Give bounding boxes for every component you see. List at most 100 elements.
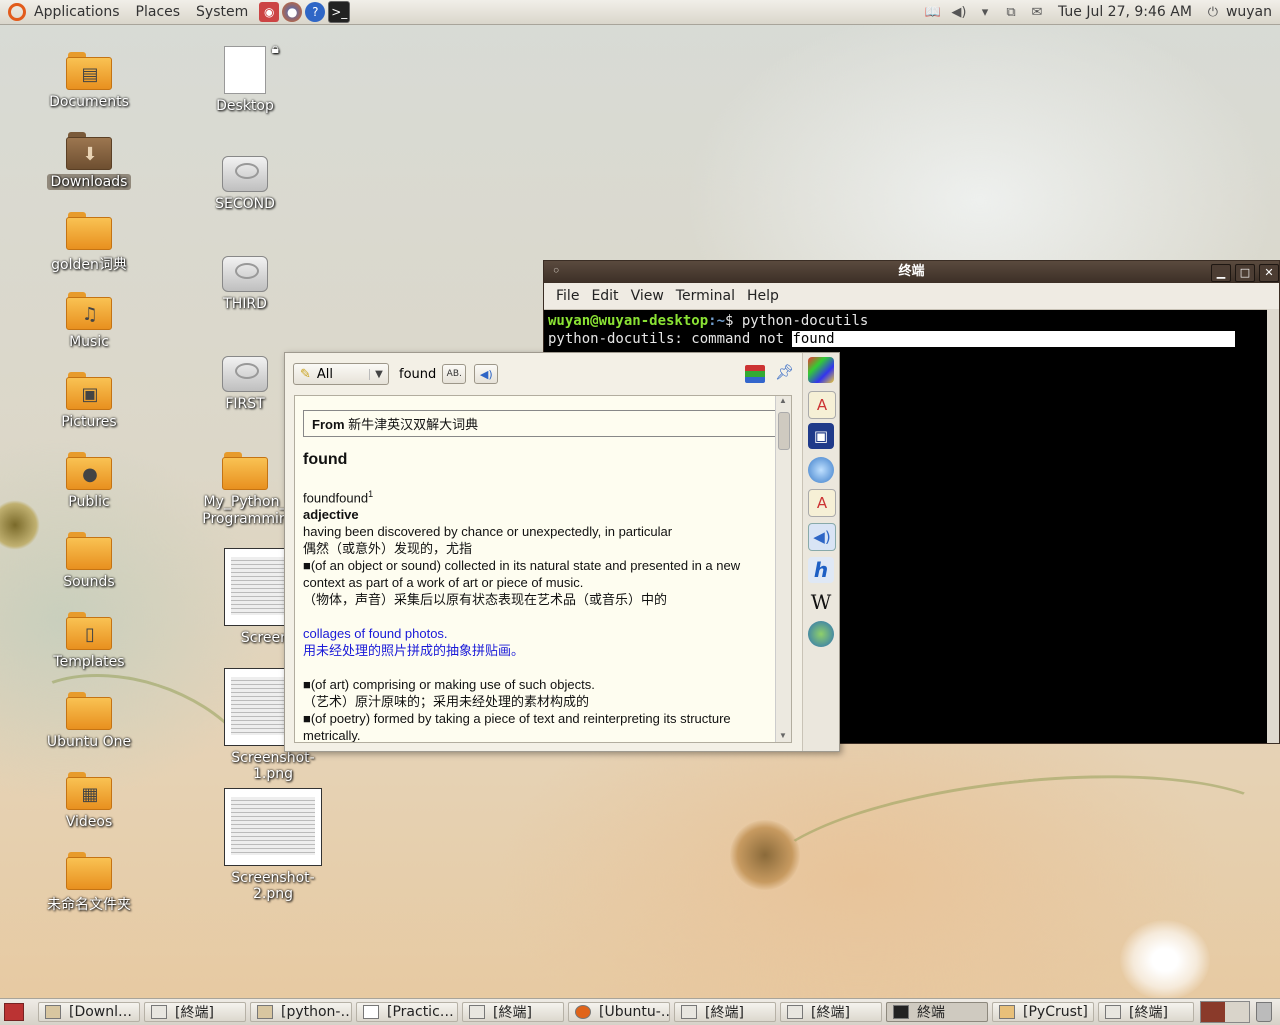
icon-label: Templates	[53, 654, 125, 670]
earth-icon[interactable]	[808, 621, 834, 647]
scrollbar-thumb[interactable]	[778, 412, 790, 450]
firefox-task-icon	[575, 1005, 591, 1019]
scroll-down-icon[interactable]: ▼	[779, 731, 787, 740]
show-desktop-icon[interactable]	[4, 1003, 24, 1021]
panda-launcher-icon[interactable]: ◉	[259, 2, 280, 22]
dictionary-tray-icon[interactable]: 📖	[923, 3, 943, 21]
desktop-folder-sounds[interactable]: Sounds	[34, 532, 144, 590]
minimize-button[interactable]: ▁	[1211, 264, 1231, 282]
clock[interactable]: Tue Jul 27, 9:46 AM	[1058, 4, 1192, 20]
task-python[interactable]: [python-…	[250, 1002, 352, 1022]
menu-file[interactable]: File	[556, 288, 579, 304]
terminal-titlebar[interactable]: ◦ 终端 ▁ □ ✕	[544, 261, 1279, 283]
selected-word[interactable]: found	[792, 331, 1235, 347]
task-terminal-2[interactable]: [終端]	[462, 1002, 564, 1022]
icon-label: My_Python_ Programmin	[202, 494, 288, 527]
network-icon[interactable]: ▾	[975, 3, 995, 21]
desktop-folder-documents[interactable]: ▤ Documents	[34, 52, 144, 110]
def-line: ■(of poetry) formed by taking a piece of…	[303, 711, 731, 743]
desktop-folder-golden[interactable]: golden词典	[34, 212, 144, 274]
books-icon[interactable]	[745, 365, 765, 383]
desktop-folder-music[interactable]: ♫ Music	[34, 292, 144, 350]
network-manager-icon[interactable]: ⧉	[1001, 3, 1021, 21]
icon-label: Videos	[65, 814, 113, 830]
task-terminal-5[interactable]: [終端]	[1098, 1002, 1194, 1022]
task-ubuntu[interactable]: [Ubuntu-…	[568, 1002, 670, 1022]
task-terminal-4[interactable]: [終端]	[780, 1002, 882, 1022]
desktop-folder-ubuntu-one[interactable]: Ubuntu One	[34, 692, 144, 750]
def-line: （艺术）原汁原味的；采用未经处理的素材构成的	[303, 694, 590, 710]
wikipedia-icon[interactable]: W	[808, 589, 834, 615]
task-terminal-1[interactable]: [終端]	[144, 1002, 246, 1022]
menu-edit[interactable]: Edit	[591, 288, 618, 304]
h-icon[interactable]: h	[808, 557, 834, 583]
task-practic[interactable]: [Practic…	[356, 1002, 458, 1022]
desktop-folder-downloads[interactable]: ⬇ Downloads	[34, 132, 144, 190]
desktop-folder-untitled[interactable]: 未命名文件夹	[34, 852, 144, 914]
text-icon[interactable]: A	[808, 391, 836, 419]
from-label: From	[312, 417, 345, 432]
downloads-folder-icon: ⬇	[66, 132, 112, 170]
image-thumbnail	[224, 788, 322, 866]
task-label: [Ubuntu-…	[599, 1004, 670, 1020]
desktop-file-desktop[interactable]: 🔒︎ Desktop	[190, 40, 300, 114]
power-icon[interactable]: ⏻	[1203, 3, 1223, 21]
article-scrollbar[interactable]: ▲ ▼	[775, 396, 791, 742]
menu-view[interactable]: View	[631, 288, 664, 304]
task-label: [Practic…	[387, 1004, 454, 1020]
chevron-down-icon: ▼	[369, 368, 388, 380]
task-label: [終端]	[705, 1005, 744, 1021]
ubuntu-logo-icon[interactable]	[8, 3, 26, 21]
menu-applications[interactable]: Applications	[26, 4, 128, 20]
menu-terminal[interactable]: Terminal	[676, 288, 735, 304]
color-icon[interactable]	[808, 357, 834, 383]
desktop-folder-templates[interactable]: ▯ Templates	[34, 612, 144, 670]
icon-label: FIRST	[225, 396, 265, 412]
desktop-folder-videos[interactable]: ▦ Videos	[34, 772, 144, 830]
user-menu[interactable]: wuyan	[1226, 4, 1272, 20]
desktop-folder-pictures[interactable]: ▣ Pictures	[34, 372, 144, 430]
example-en: collages of found photos.	[303, 626, 448, 642]
task-terminal-active[interactable]: 終端	[886, 1002, 988, 1022]
trash-icon[interactable]	[1256, 1002, 1272, 1022]
speaker-icon[interactable]: ◀)	[808, 523, 836, 551]
desktop-file-screenshot-2[interactable]: Screenshot-2.png	[218, 788, 328, 902]
maximize-button[interactable]: □	[1235, 264, 1255, 282]
terminal-scrollbar[interactable]	[1267, 309, 1279, 743]
def-line: ■(of art) comprising or making use of su…	[303, 677, 595, 693]
mail-icon[interactable]: ✉	[1027, 3, 1047, 21]
pin-icon[interactable]: 📌︎	[775, 363, 794, 381]
terminal-output[interactable]: wuyan@wuyan-desktop:~$ python-docutils p…	[544, 310, 1279, 350]
article-view[interactable]: From 新牛津英汉双解大词典 found foundfound1 adject…	[294, 395, 792, 743]
dictionary-side-bar: A ▣ A ◀) h W	[802, 353, 839, 751]
globe-ball-icon[interactable]	[808, 457, 834, 483]
window-menu-icon[interactable]: ◦	[552, 261, 560, 283]
close-button[interactable]: ✕	[1259, 264, 1279, 282]
menu-system[interactable]: System	[188, 4, 256, 20]
select-icon[interactable]: ▣	[808, 423, 834, 449]
terminal-task-icon	[893, 1005, 909, 1019]
firefox-launcher-icon[interactable]: ●	[282, 2, 303, 22]
text2-icon[interactable]: A	[808, 489, 836, 517]
part-of-speech: adjective	[303, 507, 359, 523]
desktop-folder-public[interactable]: ● Public	[34, 452, 144, 510]
task-downloads[interactable]: [Downl…	[38, 1002, 140, 1022]
ab-button[interactable]: AB.	[442, 364, 467, 384]
desktop-drive-second[interactable]: SECOND	[190, 156, 300, 212]
help-launcher-icon[interactable]: ?	[305, 2, 326, 22]
menu-places[interactable]: Places	[128, 4, 189, 20]
icon-label: golden词典	[51, 257, 127, 273]
folder-task-icon	[45, 1005, 61, 1019]
bottom-taskbar: [Downl… [終端] [python-… [Practic… [終端] [U…	[0, 998, 1280, 1025]
workspace-switcher[interactable]	[1200, 1001, 1250, 1023]
group-select[interactable]: ✎ All ▼	[293, 363, 389, 385]
task-terminal-3[interactable]: [終端]	[674, 1002, 776, 1022]
terminal-task-icon	[469, 1005, 485, 1019]
scroll-up-icon[interactable]: ▲	[779, 396, 787, 405]
volume-icon[interactable]: ◀)	[949, 3, 969, 21]
terminal-launcher-icon[interactable]: >_	[328, 1, 351, 23]
desktop-drive-third[interactable]: THIRD	[190, 256, 300, 312]
task-pycrust[interactable]: [PyCrust]	[992, 1002, 1094, 1022]
menu-help[interactable]: Help	[747, 288, 779, 304]
pronounce-button[interactable]: ◀)	[474, 364, 499, 384]
